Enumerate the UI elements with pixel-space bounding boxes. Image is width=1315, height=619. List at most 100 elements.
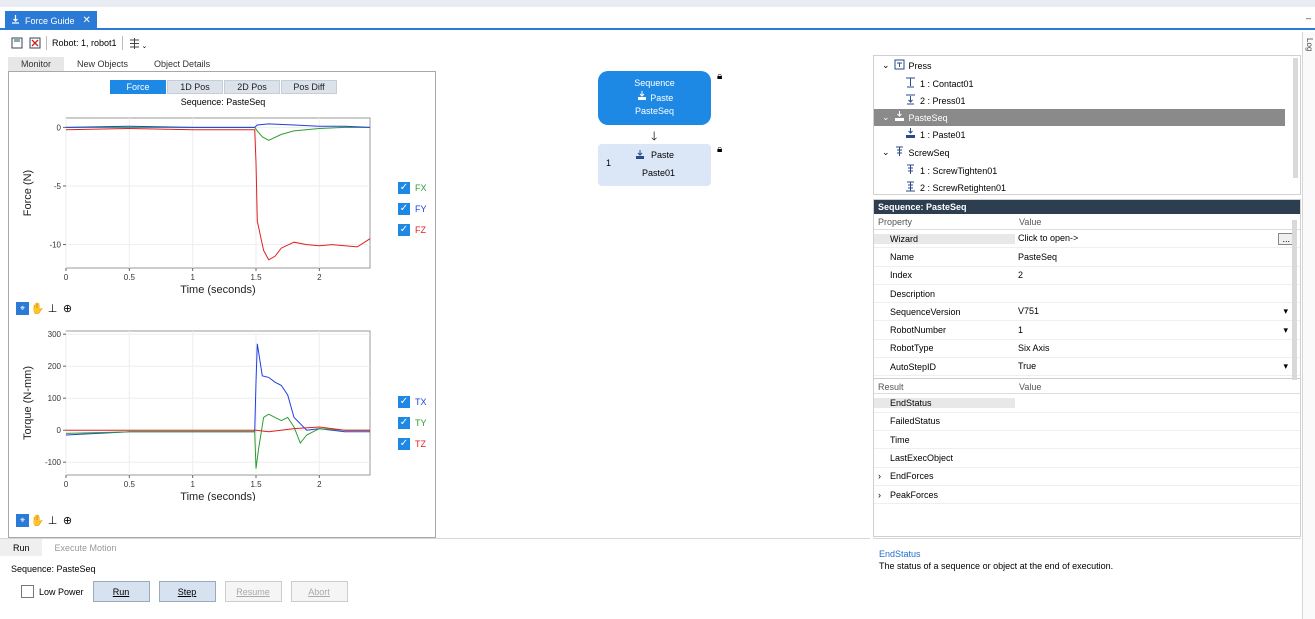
tab-object-details[interactable]: Object Details	[141, 57, 223, 71]
abort-button[interactable]: Abort	[290, 581, 348, 602]
property-key: AutoStepID	[890, 361, 937, 372]
checkbox-checked-icon[interactable]: ✓	[398, 224, 410, 236]
result-row[interactable]: Time	[874, 431, 1300, 450]
tab-monitor[interactable]: Monitor	[8, 57, 65, 71]
result-row[interactable]: › EndForces	[874, 468, 1300, 486]
legend-fz[interactable]: ✓ FZ	[398, 224, 427, 236]
tree-item-paste01[interactable]: 1 : Paste01	[905, 126, 966, 143]
layout-icon[interactable]	[128, 37, 141, 50]
tree-item-pasteseq[interactable]: ⌄ PasteSeq	[882, 109, 948, 126]
property-row[interactable]: Name PasteSeq	[874, 248, 1300, 267]
properties-header: Sequence: PasteSeq	[874, 200, 1300, 214]
tab-force-guide[interactable]: Force Guide ✕	[5, 11, 97, 30]
zoom-magnify-icon[interactable]: ⊕	[61, 302, 74, 315]
close-icon[interactable]: ✕	[83, 15, 91, 26]
mode-pos-diff-button[interactable]: Pos Diff	[281, 80, 337, 94]
resume-button[interactable]: Resume	[224, 581, 282, 602]
checkbox-checked-icon[interactable]: ✓	[398, 438, 410, 450]
chevron-right-icon[interactable]: ›	[878, 490, 881, 500]
zoom-magnify-icon[interactable]: ⊕	[61, 514, 74, 527]
property-row[interactable]: RobotType Six Axis	[874, 340, 1300, 359]
property-value[interactable]: 1 ▾	[1015, 325, 1300, 336]
dropdown-arrow-icon[interactable]: ▾	[1283, 306, 1288, 317]
result-key: › PeakForces	[874, 490, 1015, 500]
torque-chart[interactable]: 0 0.5 1 1.5 2 300 200 100 0 -100 Time (seconds) Tor…	[9, 325, 437, 501]
property-value[interactable]: Click to open->...	[1015, 232, 1300, 245]
property-row[interactable]: Index 2	[874, 267, 1300, 285]
force-chart[interactable]: 0 0.5 1 1.5 2 0 -5 -10 Time (seconds) Force (N)	[9, 110, 437, 300]
delete-icon[interactable]	[28, 37, 41, 50]
tree-scrollbar[interactable]	[1293, 58, 1298, 178]
property-value[interactable]: Six Axis	[1015, 343, 1300, 353]
tab-run[interactable]: Run	[0, 539, 42, 556]
x-tick-label: 1.5	[250, 480, 262, 489]
object-node-index: 1	[606, 158, 612, 168]
zoom-axis-icon[interactable]: ⊥	[46, 302, 59, 315]
result-row[interactable]: EndStatus	[874, 394, 1300, 413]
tree-item-screwretighten01[interactable]: 2 : ScrewRetighten01	[905, 179, 1006, 196]
sequence-node-type: Sequence	[634, 78, 675, 88]
select-zoom-icon[interactable]: ⌖	[16, 302, 29, 315]
chevron-right-icon[interactable]: ›	[878, 471, 881, 481]
dropdown-arrow-icon[interactable]: ▾	[1283, 361, 1288, 372]
legend-tz[interactable]: ✓ TZ	[398, 438, 427, 450]
result-key: LastExecObject	[874, 453, 1015, 463]
legend-fy[interactable]: ✓ FY	[398, 203, 427, 215]
mode-1d-pos-button[interactable]: 1D Pos	[167, 80, 223, 94]
property-row[interactable]: AutoStepID True ▾	[874, 358, 1300, 377]
legend-tx[interactable]: ✓ TX	[398, 396, 427, 408]
tree-item-press[interactable]: ⌄ Press	[882, 57, 932, 74]
dropdown-arrow-icon[interactable]: ▾	[1283, 325, 1288, 336]
paste-icon	[894, 111, 905, 124]
legend-fx[interactable]: ✓ FX	[398, 182, 427, 194]
mode-2d-pos-button[interactable]: 2D Pos	[224, 80, 280, 94]
checkbox-checked-icon[interactable]: ✓	[398, 396, 410, 408]
property-row[interactable]: RobotNumber 1 ▾	[874, 321, 1300, 340]
step-button[interactable]: Step	[158, 581, 216, 602]
property-value[interactable]: PasteSeq	[1015, 252, 1300, 262]
chevron-down-icon[interactable]: ⌄	[882, 60, 890, 71]
property-row[interactable]: SequenceVersion V751 ▾	[874, 303, 1300, 322]
tree-item-screwseq[interactable]: ⌄ ScrewSeq	[882, 144, 950, 161]
pan-hand-icon[interactable]: ✋	[31, 514, 45, 527]
property-row[interactable]: Description	[874, 285, 1300, 304]
tree-item-screwtighten01[interactable]: 1 : ScrewTighten01	[905, 162, 997, 179]
monitor-sequence-title: Sequence: PasteSeq	[180, 97, 266, 107]
properties-scrollbar[interactable]	[1292, 220, 1297, 380]
tab-new-objects[interactable]: New Objects	[64, 57, 141, 71]
tree-item-press01[interactable]: 2 : Press01	[905, 92, 966, 109]
toolbar-separator	[121, 36, 123, 50]
property-value[interactable]: V751 ▾	[1015, 306, 1300, 317]
checkbox-checked-icon[interactable]: ✓	[398, 417, 410, 429]
dropdown-arrow-icon[interactable]: ⌄	[142, 42, 148, 50]
sequence-node[interactable]: Sequence Paste PasteSeq	[598, 71, 711, 125]
lock-icon[interactable]: 🔒︎	[717, 144, 722, 155]
zoom-axis-icon[interactable]: ⊥	[46, 514, 59, 527]
low-power-checkbox[interactable]	[21, 585, 34, 598]
select-zoom-icon[interactable]: ⌖	[16, 514, 29, 527]
save-icon[interactable]	[10, 37, 23, 50]
chevron-down-icon[interactable]: ⌄	[882, 112, 890, 123]
x-tick-label: 2	[317, 480, 322, 489]
property-key: RobotNumber	[890, 325, 947, 336]
result-row[interactable]: › PeakForces	[874, 486, 1300, 505]
property-row[interactable]: Wizard Click to open->...	[874, 230, 1300, 249]
result-row[interactable]: FailedStatus	[874, 413, 1300, 431]
tree-item-contact01[interactable]: 1 : Contact01	[905, 75, 974, 92]
object-node[interactable]: 1 Paste Paste01	[598, 144, 711, 186]
run-button[interactable]: Run	[92, 581, 150, 602]
property-value[interactable]: 2	[1015, 270, 1300, 280]
chevron-down-icon[interactable]: ⌄	[882, 147, 890, 158]
lock-icon[interactable]: 🔒︎	[717, 71, 722, 82]
legend-ty[interactable]: ✓ TY	[398, 417, 427, 429]
log-side-panel[interactable]: Log	[1302, 32, 1315, 619]
minimize-icon[interactable]: –	[1306, 13, 1311, 23]
checkbox-checked-icon[interactable]: ✓	[398, 182, 410, 194]
tab-execute-motion[interactable]: Execute Motion	[42, 539, 129, 556]
result-row[interactable]: LastExecObject	[874, 449, 1300, 468]
pan-hand-icon[interactable]: ✋	[31, 302, 45, 315]
mode-force-button[interactable]: Force	[110, 80, 166, 94]
column-result-value: Value	[1019, 382, 1042, 393]
property-value[interactable]: True ▾	[1015, 361, 1300, 372]
checkbox-checked-icon[interactable]: ✓	[398, 203, 410, 215]
